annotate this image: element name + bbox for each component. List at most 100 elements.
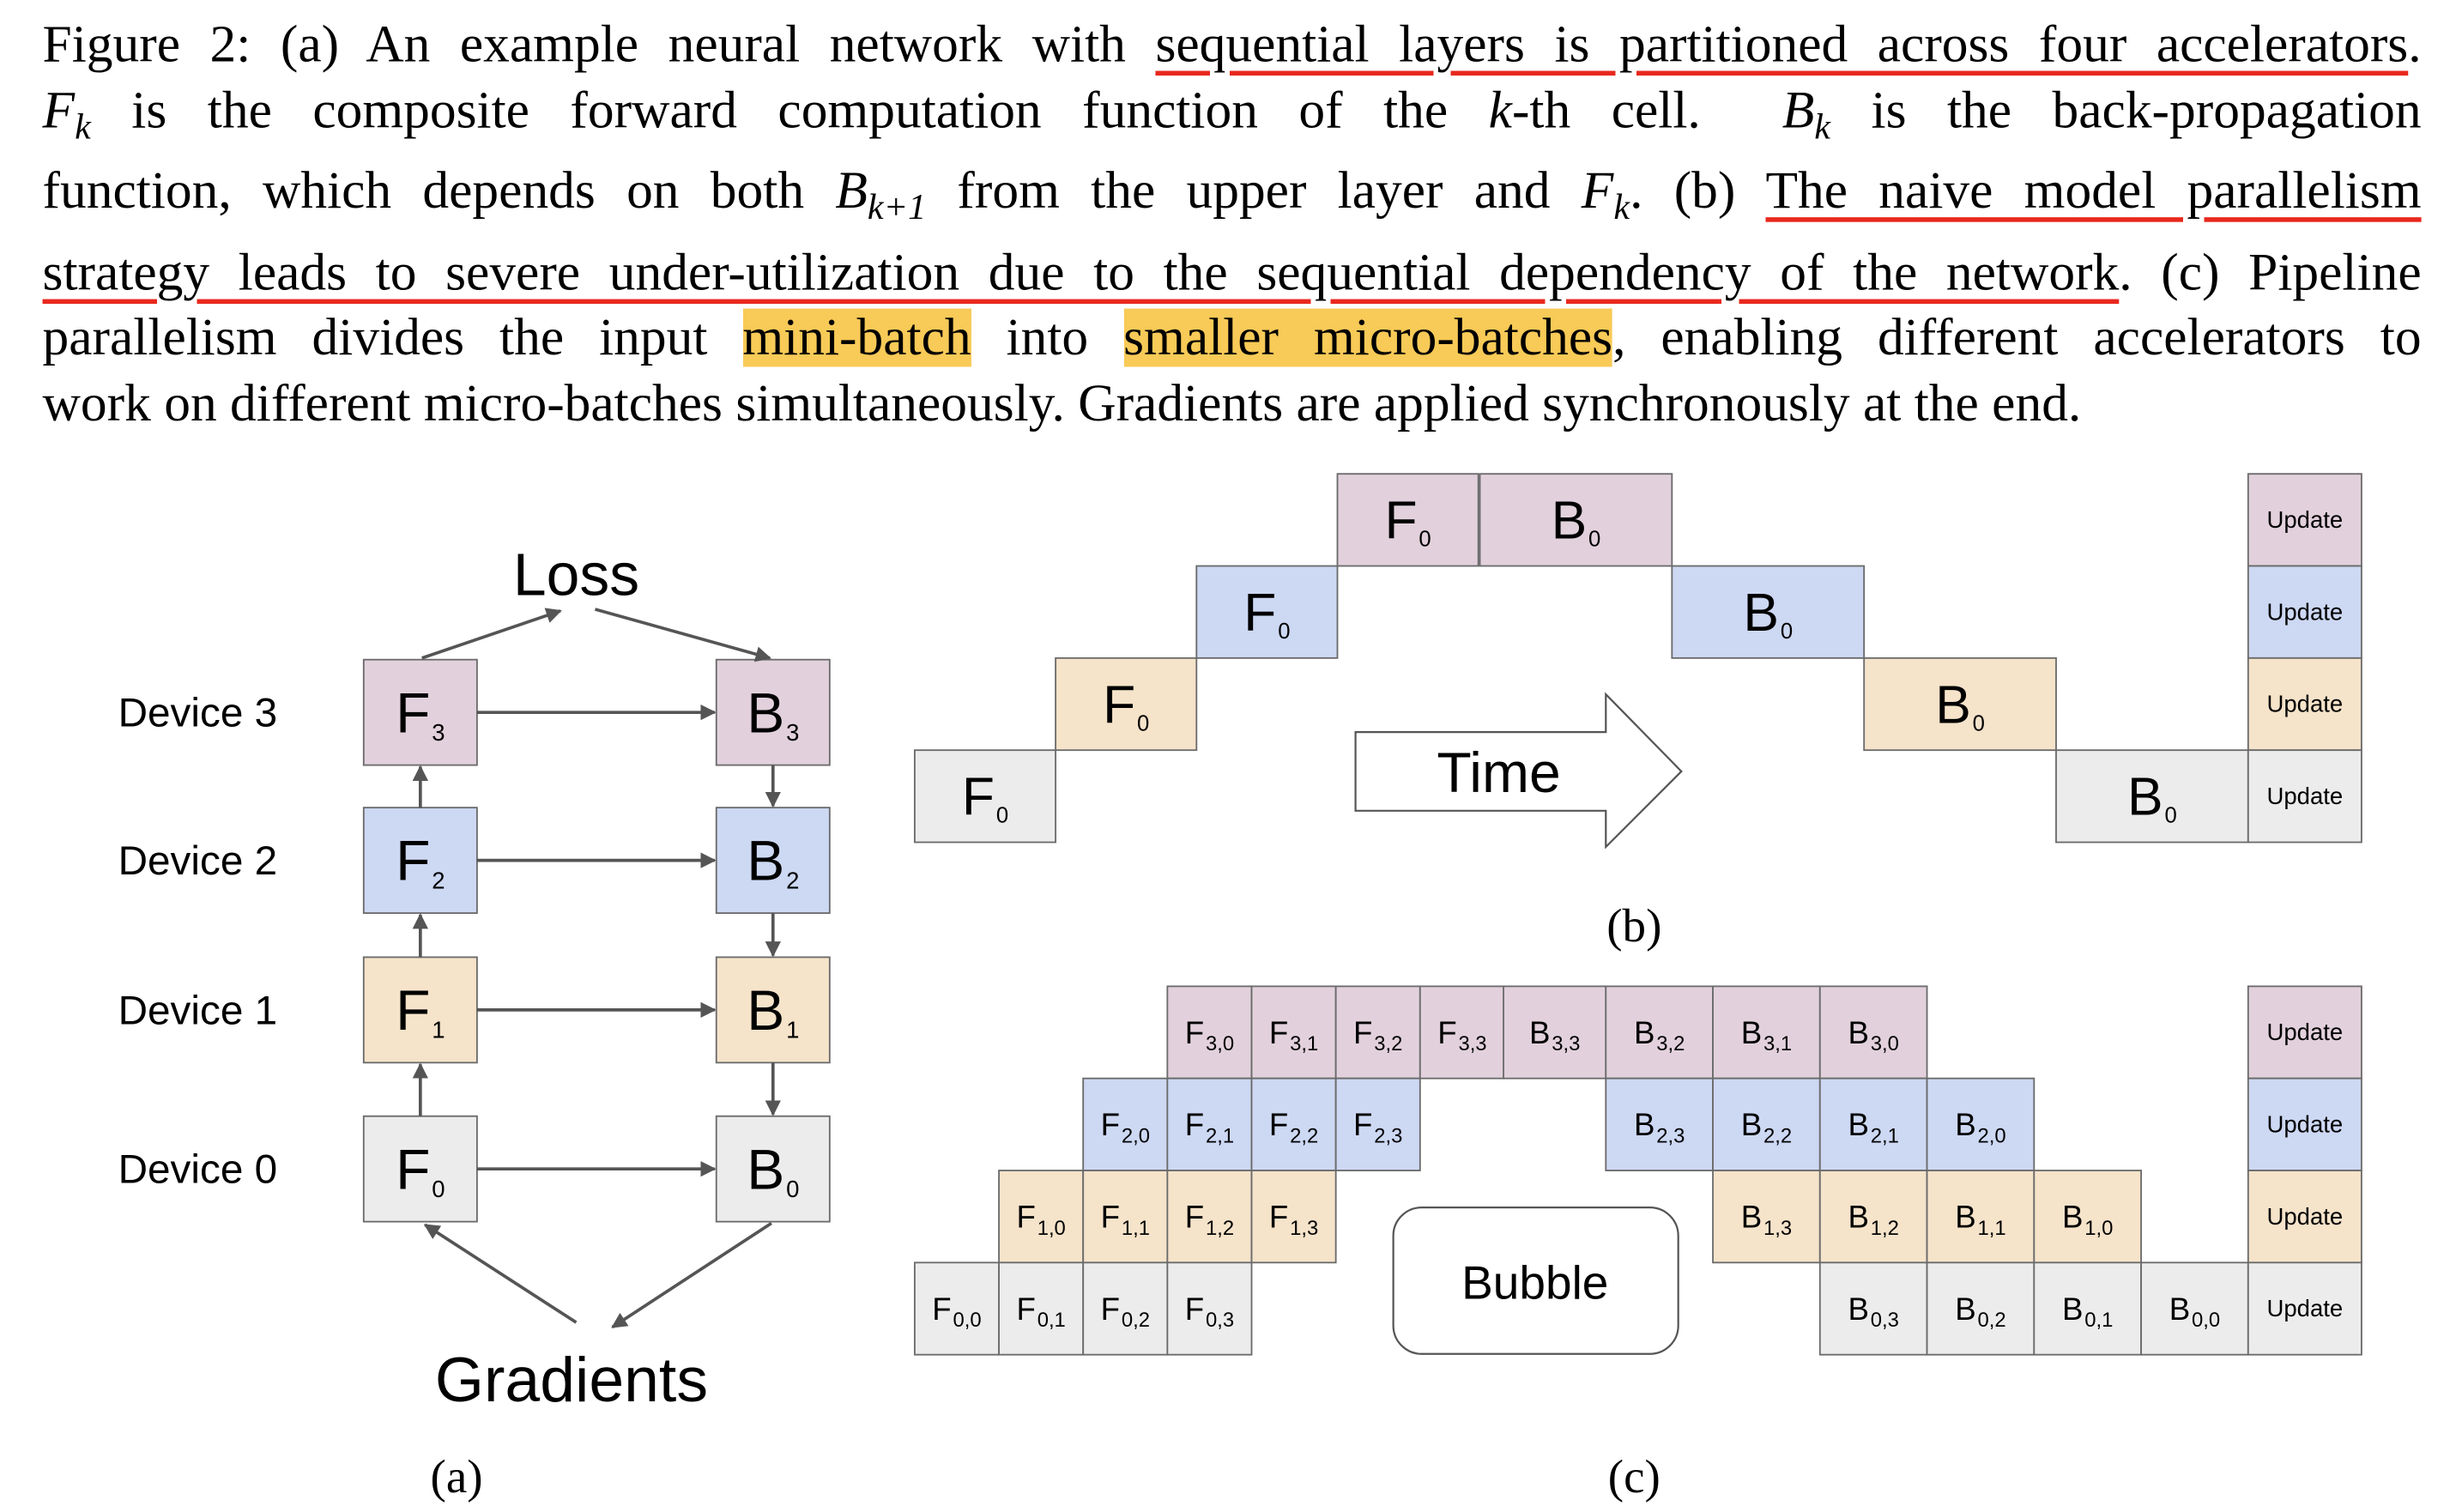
backward-microbatch-cell: B 2,1 — [1818, 1077, 1928, 1171]
forward-cell: F1 — [362, 956, 478, 1064]
cell-subscript: 0 — [1137, 711, 1149, 735]
backward-cell: B1 — [715, 956, 831, 1064]
cell-subscript: 3,3 — [1458, 1032, 1486, 1055]
forward-cell: F0 — [362, 1115, 478, 1223]
cell-subscript: 3,2 — [1374, 1032, 1402, 1055]
update-label: Update — [2267, 1203, 2344, 1230]
update-label: Update — [2267, 1111, 2344, 1138]
cell-main: B — [747, 1137, 784, 1201]
cell-main: F — [1353, 1107, 1372, 1142]
cell-subscript: 2,2 — [1290, 1125, 1318, 1148]
forward-microbatch-cell: F 3,1 — [1250, 985, 1337, 1080]
gradients-label: Gradients — [435, 1345, 708, 1415]
cell-main: B — [1741, 1200, 1762, 1235]
panel-c-caption: (c) — [1608, 1450, 1661, 1503]
backward-microbatch-cell: B 2,0 — [1926, 1077, 2036, 1171]
cell-subscript: 2,3 — [1656, 1125, 1685, 1148]
backward-cell: B0 — [1863, 656, 2057, 752]
cell-main: F — [1101, 1291, 1120, 1327]
cell-main: B — [747, 978, 784, 1042]
cell-main: F — [1437, 1015, 1456, 1050]
cell-main: B — [1741, 1015, 1762, 1050]
figure-page: Figure 2: (a) An example neural network … — [0, 0, 2456, 1511]
cell-subscript: 0 — [1781, 620, 1793, 644]
forward-cell: F0 — [1336, 473, 1479, 567]
backward-microbatch-cell: B 0,0 — [2140, 1261, 2249, 1356]
cell-subscript: 2,1 — [1206, 1125, 1234, 1148]
cell-subscript: 0 — [1419, 528, 1431, 552]
cell-subscript: 3,3 — [1552, 1032, 1580, 1055]
cell-main: F — [932, 1291, 951, 1327]
update-cell: Update — [2247, 656, 2362, 752]
loss-label: Loss — [513, 541, 639, 608]
cell-subscript: 0,3 — [1871, 1309, 1899, 1332]
forward-cell: F0 — [913, 749, 1057, 844]
forward-cell: F0 — [1055, 656, 1198, 752]
cell-subscript: 3,1 — [1290, 1032, 1318, 1055]
cell-main: F — [396, 829, 430, 892]
cell-subscript: 1,1 — [1978, 1217, 2006, 1240]
backward-microbatch-cell: B 1,0 — [2033, 1170, 2142, 1264]
cell-subscript: 0 — [996, 804, 1008, 828]
cell-main: B — [1634, 1107, 1654, 1142]
cell-subscript: 1 — [432, 1017, 445, 1043]
cell-main: F — [1016, 1200, 1035, 1235]
gradients-to-f0-arrow — [423, 1223, 578, 1324]
backward-microbatch-cell: B 2,3 — [1605, 1077, 1714, 1171]
cell-main: F — [1101, 1200, 1120, 1235]
backward-microbatch-cell: B 3,2 — [1605, 985, 1714, 1080]
forward-microbatch-cell: F 0,3 — [1166, 1261, 1253, 1356]
cell-subscript: 0 — [2164, 804, 2176, 828]
forward-microbatch-cell: F 3,2 — [1334, 985, 1421, 1080]
panel-a-caption: (a) — [431, 1450, 483, 1503]
cell-subscript: 0 — [1588, 528, 1600, 552]
cell-subscript: 1 — [786, 1017, 799, 1043]
cell-main: F — [1185, 1200, 1204, 1235]
cell-subscript: 1,0 — [2084, 1217, 2113, 1240]
cell-subscript: 1,1 — [1122, 1217, 1150, 1240]
cell-subscript: 1,3 — [1763, 1217, 1792, 1240]
backward-microbatch-cell: B 0,1 — [2033, 1261, 2142, 1356]
cell-subscript: 1,2 — [1206, 1217, 1234, 1240]
backward-cell: B2 — [715, 807, 831, 914]
cell-main: F — [1185, 1107, 1204, 1142]
cell-main: B — [747, 829, 784, 892]
cell-subscript: 0 — [432, 1176, 445, 1202]
backward-microbatch-cell: B 3,0 — [1818, 985, 1928, 1080]
forward-microbatch-cell: F 1,1 — [1082, 1170, 1169, 1264]
forward-microbatch-cell: F 0,0 — [913, 1261, 1000, 1356]
cell-subscript: 0 — [1973, 711, 1985, 735]
backward-microbatch-cell: B 0,3 — [1818, 1261, 1928, 1356]
device-label: Device 3 — [118, 691, 278, 736]
forward-microbatch-cell: F 1,2 — [1166, 1170, 1253, 1264]
panel-c: F 3,0 F 3,1 F 3,2 F 3,3 B 3,3 B 3,2 B 3,1 B 3,0 UpdateF 2… — [913, 985, 2362, 1503]
cell-main: B — [2062, 1291, 2083, 1327]
backward-microbatch-cell: B 1,2 — [1818, 1170, 1928, 1264]
update-label: Update — [2267, 691, 2344, 717]
panel-a: Device 3 F 3 B 3Device 2 F 2 B 2Device 1 F 1 B 1Devi… — [118, 541, 831, 1503]
cell-subscript: 2,1 — [1871, 1125, 1899, 1148]
time-label: Time — [1437, 741, 1560, 804]
loss-out-arrow — [594, 608, 771, 662]
cell-main: B — [1529, 1015, 1550, 1050]
cell-main: F — [1269, 1015, 1288, 1050]
cell-main: F — [1103, 675, 1135, 735]
cell-subscript: 3,1 — [1763, 1032, 1792, 1055]
cell-subscript: 3 — [432, 719, 445, 746]
backward-microbatch-cell: B 3,3 — [1503, 985, 1607, 1080]
cell-main: B — [1848, 1015, 1868, 1050]
cell-subscript: 0 — [1278, 620, 1290, 644]
cell-subscript: 2,0 — [1122, 1125, 1150, 1148]
cell-main: F — [1101, 1107, 1120, 1142]
update-label: Update — [2267, 1295, 2344, 1321]
cell-main: B — [2127, 768, 2163, 827]
cell-subscript: 3,0 — [1206, 1032, 1234, 1055]
cell-subscript: 0,1 — [1037, 1309, 1066, 1332]
forward-microbatch-cell: F 1,3 — [1250, 1170, 1337, 1264]
cell-subscript: 0,3 — [1206, 1309, 1234, 1332]
cell-main: B — [1955, 1200, 1975, 1235]
cell-main: B — [1741, 1107, 1762, 1142]
cell-main: F — [1269, 1107, 1288, 1142]
cell-subscript: 2 — [432, 867, 445, 893]
update-cell: Update — [2247, 985, 2362, 1080]
